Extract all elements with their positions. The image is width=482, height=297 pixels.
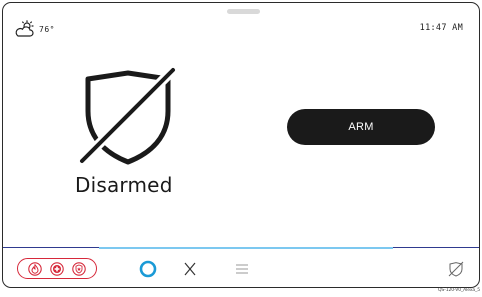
system-status-label: Disarmed — [75, 173, 173, 197]
menu-icon[interactable] — [233, 260, 251, 278]
fire-icon[interactable] — [28, 261, 42, 276]
temperature-label: 76° — [39, 24, 55, 34]
footer-code: QS-120-V0_Alexa_5 — [437, 288, 480, 293]
clock-label: 11:47 AM — [419, 23, 463, 33]
alexa-ring-icon[interactable] — [139, 260, 157, 278]
emergency-buttons-group — [17, 258, 97, 279]
x-icon[interactable] — [181, 260, 199, 278]
weather-widget[interactable]: 76° — [15, 20, 55, 38]
partly-cloudy-icon — [15, 20, 34, 37]
bottom-nav-bar — [3, 247, 479, 287]
police-icon[interactable] — [72, 261, 86, 276]
arm-button[interactable]: ARM — [287, 109, 435, 145]
shield-disarmed-icon — [79, 67, 177, 167]
nav-divider-highlight — [99, 247, 393, 249]
medical-icon[interactable] — [50, 261, 64, 276]
shield-disarmed-small-icon[interactable] — [447, 260, 465, 278]
panel-frame: 76° 11:47 AM Disarmed ARM — [2, 2, 480, 288]
pull-down-handle[interactable] — [227, 9, 260, 14]
